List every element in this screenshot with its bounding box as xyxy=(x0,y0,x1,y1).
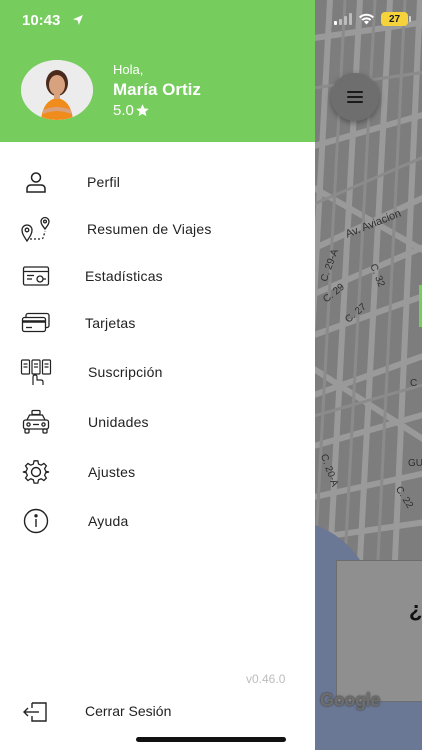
gear-icon xyxy=(20,458,52,486)
logout-button[interactable]: Cerrar Sesión xyxy=(0,692,315,730)
logout-label: Cerrar Sesión xyxy=(85,703,172,719)
status-indicators: 27 xyxy=(334,12,411,26)
battery-level: 27 xyxy=(388,13,401,25)
menu-item-suscripcion[interactable]: Suscripción xyxy=(0,352,315,392)
stats-card-icon xyxy=(20,262,52,290)
street-label: GU xyxy=(408,458,422,469)
map-card-text: ¿ xyxy=(409,597,422,622)
menu-label: Ayuda xyxy=(88,513,129,529)
credit-cards-icon xyxy=(20,309,52,337)
info-icon xyxy=(20,507,52,535)
menu-label: Ajustes xyxy=(88,464,136,480)
menu-label: Resumen de Viajes xyxy=(87,221,212,237)
taxi-icon xyxy=(20,408,52,436)
avatar-photo xyxy=(21,60,93,120)
menu-item-perfil[interactable]: Perfil xyxy=(0,162,315,202)
menu-label: Unidades xyxy=(88,414,149,430)
battery-indicator: 27 xyxy=(381,12,411,26)
user-name: María Ortiz xyxy=(113,80,201,99)
street-label: C xyxy=(410,378,418,389)
menu-item-tarjetas[interactable]: Tarjetas xyxy=(0,303,315,343)
wifi-icon xyxy=(359,13,374,25)
subscription-icon xyxy=(20,358,52,386)
user-icon xyxy=(20,168,52,196)
google-attribution: Google xyxy=(320,690,381,710)
rating-value: 5.0 xyxy=(113,102,134,119)
menu-label: Estadísticas xyxy=(85,268,163,284)
star-icon xyxy=(136,103,149,116)
menu-item-resumen-de-viajes[interactable]: Resumen de Viajes xyxy=(0,209,315,249)
menu-item-unidades[interactable]: Unidades xyxy=(0,402,315,442)
logout-icon xyxy=(22,700,50,729)
location-arrow-icon xyxy=(73,15,83,25)
status-time: 10:43 xyxy=(22,12,61,29)
map-menu-button[interactable] xyxy=(331,73,379,121)
app-version: v0.46.0 xyxy=(246,672,286,686)
route-pin-icon xyxy=(20,215,52,243)
user-rating: 5.0 xyxy=(113,102,150,119)
menu-label: Suscripción xyxy=(88,364,163,380)
home-indicator xyxy=(136,737,286,742)
hamburger-icon xyxy=(347,91,363,103)
cellular-signal-icon xyxy=(334,13,352,25)
menu-label: Perfil xyxy=(87,174,121,190)
avatar[interactable] xyxy=(21,60,93,120)
map-bottom-card[interactable]: ¿ xyxy=(336,560,422,702)
menu-label: Tarjetas xyxy=(85,315,136,331)
menu-item-estadisticas[interactable]: Estadísticas xyxy=(0,256,315,296)
menu-item-ayuda[interactable]: Ayuda xyxy=(0,501,315,541)
greeting-text: Hola, xyxy=(113,62,144,77)
navigation-drawer: Hola, María Ortiz 5.0 Perfil Resumen de … xyxy=(0,0,315,750)
menu-item-ajustes[interactable]: Ajustes xyxy=(0,452,315,492)
